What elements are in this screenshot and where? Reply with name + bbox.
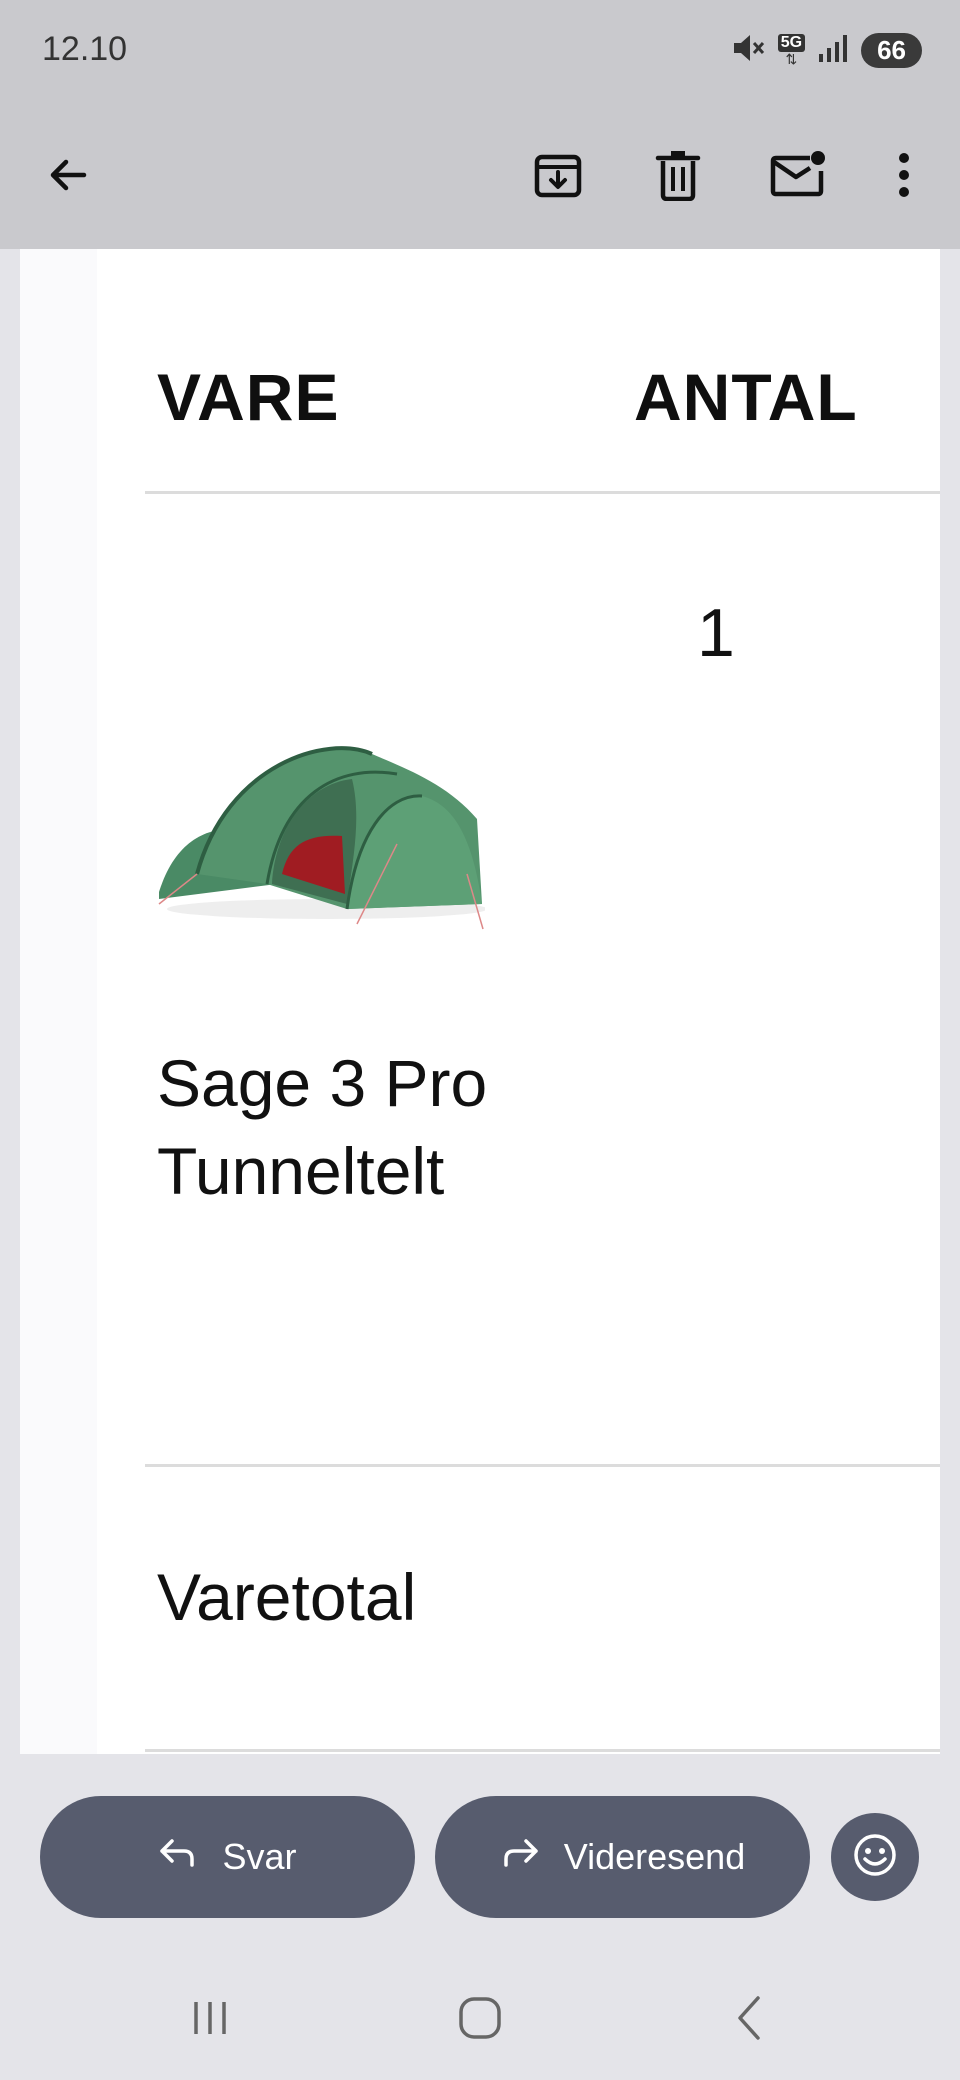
emoji-reaction-button[interactable] [831, 1813, 919, 1901]
more-options-button[interactable] [868, 141, 940, 213]
system-back-button[interactable] [710, 1990, 790, 2050]
recents-button[interactable] [170, 1990, 250, 2050]
trash-icon [654, 149, 702, 206]
more-vertical-icon [897, 151, 911, 204]
reply-button[interactable]: Svar [40, 1796, 415, 1918]
divider [145, 1464, 940, 1467]
network-label: 5G [777, 34, 806, 52]
mail-unread-icon [770, 149, 826, 206]
signal-icon [817, 32, 849, 69]
email-body[interactable]: VARE ANTAL 1 Sage 3 Pro Tunneltelt Varet… [20, 249, 940, 1754]
product-image [157, 724, 487, 939]
divider [145, 491, 940, 494]
arrow-left-icon [44, 151, 92, 204]
forward-button[interactable]: Videresend [435, 1796, 810, 1918]
forward-icon [500, 1835, 540, 1880]
home-icon [456, 1994, 504, 2047]
archive-button[interactable] [522, 141, 594, 213]
reply-label: Svar [222, 1836, 297, 1877]
order-table: VARE ANTAL 1 Sage 3 Pro Tunneltelt Varet… [97, 249, 940, 1754]
mute-icon [730, 30, 766, 71]
status-time: 12.10 [42, 30, 128, 68]
emoji-icon [851, 1831, 899, 1884]
back-button[interactable] [32, 141, 104, 213]
archive-icon [532, 149, 584, 206]
battery-indicator: 66 [861, 32, 922, 68]
subtotal-label: Varetotal [157, 1560, 417, 1634]
column-header-quantity: ANTAL [634, 360, 858, 434]
status-bar: 12.10 5G ⇅ 66 [0, 0, 960, 105]
system-navigation-bar [0, 1950, 960, 2080]
recents-icon [188, 1996, 232, 2045]
chevron-left-icon [728, 1994, 772, 2047]
reply-icon [158, 1835, 198, 1880]
column-header-item: VARE [157, 360, 340, 434]
email-toolbar [0, 105, 960, 249]
network-5g-icon: 5G ⇅ [777, 34, 806, 66]
home-button[interactable] [440, 1990, 520, 2050]
item-quantity: 1 [697, 595, 735, 671]
status-icons: 5G ⇅ 66 [730, 28, 922, 72]
forward-label: Videresend [563, 1836, 746, 1877]
delete-button[interactable] [642, 141, 714, 213]
mark-unread-button[interactable] [762, 141, 834, 213]
product-name: Sage 3 Pro Tunneltelt [157, 1046, 488, 1208]
divider [145, 1749, 940, 1752]
